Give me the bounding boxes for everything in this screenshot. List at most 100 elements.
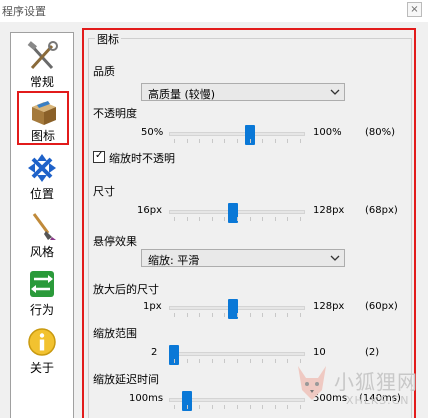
opaque-on-zoom-checkbox[interactable]: ✓ [93, 150, 105, 163]
settings-sidebar: 常规 图标 位置 风格 行为 关于 [10, 32, 74, 418]
sidebar-item-about[interactable]: 关于 [11, 323, 73, 379]
slider-tick [287, 217, 289, 221]
slider-tick [224, 139, 226, 143]
brush-icon [32, 213, 56, 240]
sidebar-item-label: 位置 [29, 187, 54, 201]
zoomed-size-min-label: 1px [143, 301, 162, 312]
slider-tick [211, 359, 213, 363]
slider-tick [174, 217, 175, 221]
zoom-delay-min-label: 100ms [129, 393, 164, 404]
slider-tick [224, 359, 226, 363]
slider-tick [211, 313, 213, 317]
check-icon: ✓ [95, 150, 104, 161]
zoom-range-slider[interactable] [169, 352, 305, 356]
slider-tick [262, 313, 264, 317]
slider-tick [262, 217, 264, 221]
slider-tick [249, 217, 251, 221]
slider-tick [249, 139, 251, 143]
hover-effect-label: 悬停效果 [93, 235, 137, 248]
zoom-range-value: (2) [365, 347, 380, 358]
sidebar-item-behavior[interactable]: 行为 [11, 265, 73, 321]
opaque-on-zoom-label: 缩放时不透明 [109, 152, 175, 165]
tools-icon [27, 41, 58, 70]
box-icon [32, 101, 56, 125]
size-min-label: 16px [137, 205, 162, 216]
slider-tick [199, 139, 201, 143]
slider-tick [211, 217, 213, 221]
sidebar-item-label: 常规 [29, 75, 54, 89]
window-title: 程序设置 [2, 5, 46, 18]
slider-tick [274, 405, 276, 409]
zoom-range-label: 缩放范围 [93, 327, 137, 340]
slider-tick [274, 217, 276, 221]
sidebar-item-label: 行为 [29, 303, 54, 317]
slider-tick [249, 405, 251, 409]
sidebar-item-position[interactable]: 位置 [11, 149, 73, 205]
switch-arrows-icon [30, 271, 54, 297]
slider-tick [174, 359, 175, 363]
fox-logo-icon [298, 366, 326, 400]
zoomed-size-max-label: 128px [313, 301, 345, 312]
sidebar-item-style[interactable]: 风格 [11, 207, 73, 263]
chevron-down-icon [330, 255, 340, 261]
slider-tick [287, 313, 289, 317]
watermark-text: 小狐狸网 [334, 370, 418, 394]
opacity-value: (80%) [365, 127, 396, 138]
quality-select-value: 高质量 (较慢) [148, 88, 216, 101]
slider-tick [237, 217, 238, 221]
slider-tick [262, 405, 264, 409]
size-value: (68px) [365, 205, 398, 216]
zoomed-size-value: (60px) [365, 301, 398, 312]
slider-tick [224, 217, 226, 221]
slider-tick [274, 139, 276, 143]
slider-tick [237, 313, 238, 317]
group-title: 图标 [95, 31, 121, 47]
slider-tick [274, 313, 276, 317]
slider-tick [186, 405, 188, 409]
arrows-icon [28, 154, 56, 182]
slider-tick [249, 359, 251, 363]
sidebar-item-icon[interactable]: 图标 [17, 91, 69, 145]
zoom-delay-label: 缩放延迟时间 [93, 373, 159, 386]
slider-tick [237, 139, 238, 143]
slider-tick [199, 313, 201, 317]
hover-effect-select-value: 缩放: 平滑 [148, 254, 200, 267]
slider-tick [211, 139, 213, 143]
quality-label: 品质 [93, 65, 115, 78]
hover-effect-select[interactable]: 缩放: 平滑 [141, 249, 345, 267]
sidebar-item-general[interactable]: 常规 [11, 37, 73, 93]
slider-tick [262, 359, 264, 363]
slider-tick [300, 217, 301, 221]
slider-tick [174, 139, 175, 143]
slider-tick [300, 313, 301, 317]
size-slider-thumb[interactable] [227, 203, 238, 223]
slider-tick [224, 405, 226, 409]
close-button[interactable]: × [407, 2, 422, 17]
slider-tick [199, 405, 201, 409]
slider-tick [186, 359, 188, 363]
opacity-max-label: 100% [313, 127, 342, 138]
slider-tick [287, 139, 289, 143]
watermark-url: XHLKS.CN [346, 394, 410, 407]
slider-tick [300, 139, 301, 143]
slider-tick [224, 313, 226, 317]
sidebar-item-label: 风格 [29, 245, 54, 259]
slider-tick [249, 313, 251, 317]
slider-tick [274, 359, 276, 363]
slider-tick [186, 313, 188, 317]
chevron-down-icon [330, 89, 340, 95]
zoom-range-max-label: 10 [313, 347, 326, 358]
slider-tick [186, 139, 188, 143]
quality-select[interactable]: 高质量 (较慢) [141, 83, 345, 101]
slider-tick [199, 359, 201, 363]
slider-tick [262, 139, 264, 143]
zoomed-size-label: 放大后的尺寸 [93, 283, 159, 296]
info-icon [28, 328, 56, 356]
sidebar-item-label: 图标 [30, 129, 55, 143]
title-bar: 程序设置 × [0, 0, 428, 22]
opacity-slider[interactable] [169, 132, 305, 136]
slider-tick [186, 217, 188, 221]
size-label: 尺寸 [93, 185, 115, 198]
watermark: 小狐狸网 XHLKS.CN [288, 358, 428, 418]
opacity-min-label: 50% [141, 127, 164, 138]
